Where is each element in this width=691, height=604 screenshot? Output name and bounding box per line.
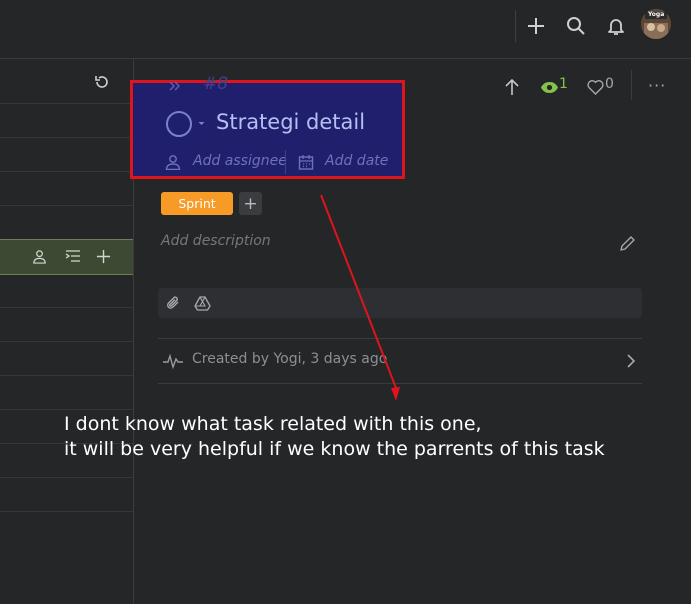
annotation-arrow (320, 194, 400, 401)
annotation-line-1: I dont know what task related with this … (64, 413, 482, 435)
annotation-line-2: it will be very helpful if we know the p… (64, 438, 605, 460)
annotation-text: I dont know what task related with this … (64, 412, 605, 462)
